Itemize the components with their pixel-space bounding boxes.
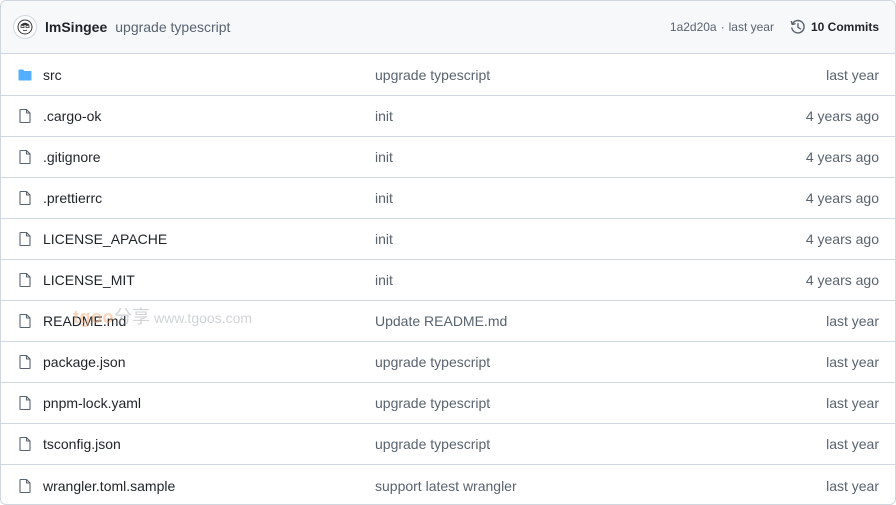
file-icon [17, 478, 35, 494]
file-commit-message[interactable]: upgrade typescript [375, 436, 826, 452]
file-commit-message[interactable]: upgrade typescript [375, 395, 826, 411]
file-name-link[interactable]: LICENSE_APACHE [43, 231, 375, 247]
folder-icon [17, 67, 35, 83]
file-name-link[interactable]: .gitignore [43, 149, 375, 165]
file-commit-message[interactable]: upgrade typescript [375, 354, 826, 370]
file-icon [17, 231, 35, 247]
file-row[interactable]: tsconfig.json upgrade typescript last year [1, 424, 895, 465]
file-icon [17, 313, 35, 329]
file-row[interactable]: LICENSE_APACHE init 4 years ago [1, 219, 895, 260]
file-name-link[interactable]: .cargo-ok [43, 108, 375, 124]
file-list: src upgrade typescript last year .cargo-ok i… [1, 55, 895, 504]
file-commit-age: 4 years ago [805, 231, 879, 247]
file-commit-age: 4 years ago [805, 272, 879, 288]
commits-link[interactable]: 10 Commits [790, 19, 879, 35]
file-name-link[interactable]: LICENSE_MIT [43, 272, 375, 288]
file-icon [17, 436, 35, 452]
file-name-link[interactable]: README.md [43, 313, 375, 329]
file-commit-age: last year [826, 67, 879, 83]
file-icon [17, 149, 35, 165]
file-icon [17, 395, 35, 411]
file-commit-message[interactable]: init [375, 149, 806, 165]
file-commit-message[interactable]: init [375, 108, 806, 124]
file-commit-message[interactable]: init [375, 231, 806, 247]
file-icon [17, 108, 35, 124]
file-name-link[interactable]: wrangler.toml.sample [43, 478, 375, 494]
file-icon [17, 190, 35, 206]
file-commit-message[interactable]: init [375, 272, 806, 288]
file-commit-age: last year [826, 313, 879, 329]
meta-separator: · [720, 20, 725, 34]
latest-commit-bar: lmSingee upgrade typescript 1a2d20a · last… [1, 1, 895, 54]
file-row[interactable]: .gitignore init 4 years ago [1, 137, 895, 178]
commit-meta: 1a2d20a · last year [670, 20, 774, 34]
file-icon [17, 354, 35, 370]
file-row[interactable]: README.md Update README.md last year [1, 301, 895, 342]
commit-age: last year [728, 20, 774, 34]
file-commit-age: 4 years ago [805, 108, 879, 124]
file-commit-message[interactable]: Update README.md [375, 313, 826, 329]
avatar[interactable] [13, 15, 37, 39]
avatar-icon [17, 19, 33, 35]
file-row[interactable]: package.json upgrade typescript last year [1, 342, 895, 383]
file-row[interactable]: src upgrade typescript last year [1, 55, 895, 96]
file-name-link[interactable]: package.json [43, 354, 375, 370]
file-name-link[interactable]: pnpm-lock.yaml [43, 395, 375, 411]
file-commit-age: last year [826, 436, 879, 452]
history-icon [790, 19, 805, 34]
file-commit-age: last year [826, 477, 879, 494]
file-row[interactable]: LICENSE_MIT init 4 years ago [1, 260, 895, 301]
file-row[interactable]: pnpm-lock.yaml upgrade typescript last yea… [1, 383, 895, 424]
commits-label: 10 Commits [810, 20, 879, 34]
file-commit-age: last year [826, 395, 879, 411]
file-commit-message[interactable]: support latest wrangler [375, 478, 826, 494]
file-row[interactable]: .cargo-ok init 4 years ago [1, 96, 895, 137]
file-icon [17, 272, 35, 288]
file-browser: lmSingee upgrade typescript 1a2d20a · last… [0, 0, 896, 505]
commit-message[interactable]: upgrade typescript [115, 19, 230, 35]
file-commit-age: 4 years ago [805, 190, 879, 206]
file-name-link[interactable]: tsconfig.json [43, 436, 375, 452]
file-row[interactable]: wrangler.toml.sample support latest wrang… [1, 465, 895, 504]
file-commit-age: last year [826, 354, 879, 370]
file-commit-message[interactable]: init [375, 190, 806, 206]
commit-hash[interactable]: 1a2d20a [670, 20, 717, 34]
file-commit-message[interactable]: upgrade typescript [375, 67, 826, 83]
commit-author[interactable]: lmSingee [45, 19, 107, 35]
file-row[interactable]: .prettierrc init 4 years ago [1, 178, 895, 219]
file-name-link[interactable]: .prettierrc [43, 190, 375, 206]
file-commit-age: 4 years ago [805, 149, 879, 165]
file-name-link[interactable]: src [43, 67, 375, 83]
